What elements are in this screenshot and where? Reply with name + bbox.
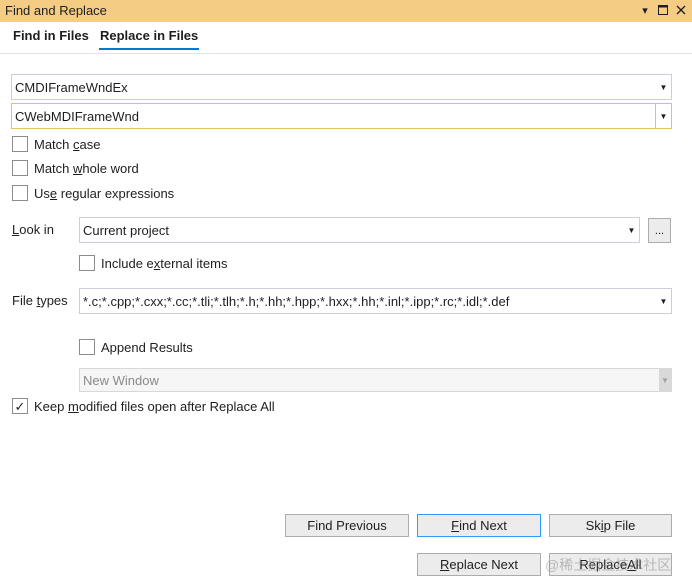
match-case-label[interactable]: Match case [34, 137, 100, 152]
look-in-combo[interactable]: Current project ▼ [79, 217, 640, 243]
watermark: @稀土掘金技术社区 [545, 557, 672, 573]
chevron-down-icon[interactable]: ▼ [655, 104, 671, 128]
chevron-down-icon[interactable]: ▼ [624, 218, 639, 242]
pin-icon[interactable]: ▾ [637, 2, 653, 18]
find-next-button[interactable]: Find Next [417, 514, 541, 537]
use-regex-label[interactable]: Use regular expressions [34, 186, 174, 201]
close-icon[interactable] [673, 2, 689, 18]
look-in-value[interactable]: Current project [83, 223, 169, 238]
tab-replace-in-files[interactable]: Replace in Files [98, 28, 200, 50]
file-types-value[interactable]: *.c;*.cpp;*.cxx;*.cc;*.tli;*.tlh;*.h;*.h… [83, 294, 653, 309]
replace-with-combo[interactable]: CWebMDIFrameWnd ▼ [11, 103, 672, 129]
browse-button[interactable]: ... [648, 218, 671, 243]
result-window-value: New Window [83, 373, 159, 388]
keep-open-checkbox[interactable]: ✓ [12, 398, 28, 414]
tab-divider [0, 53, 692, 54]
match-whole-word-label[interactable]: Match whole word [34, 161, 139, 176]
replace-with-value[interactable]: CWebMDIFrameWnd [15, 109, 139, 124]
tab-find-in-files[interactable]: Find in Files [13, 28, 89, 48]
match-whole-word-checkbox[interactable] [12, 160, 28, 176]
keep-open-label[interactable]: Keep modified files open after Replace A… [34, 399, 275, 414]
find-what-combo[interactable]: CMDIFrameWndEx ▼ [11, 74, 672, 100]
skip-file-button[interactable]: Sk i p File [549, 514, 672, 537]
chevron-down-icon[interactable]: ▼ [656, 75, 671, 99]
append-results-label[interactable]: Append Results [101, 340, 193, 355]
chevron-down-icon[interactable]: ▼ [656, 289, 671, 313]
find-what-value[interactable]: CMDIFrameWndEx [15, 80, 128, 95]
file-types-combo[interactable]: *.c;*.cpp;*.cxx;*.cc;*.tli;*.tlh;*.h;*.h… [79, 288, 672, 314]
include-external-checkbox[interactable] [79, 255, 95, 271]
append-results-checkbox[interactable] [79, 339, 95, 355]
window-title: Find and Replace [5, 3, 107, 18]
maximize-icon[interactable] [655, 2, 671, 18]
checkmark-icon: ✓ [14, 398, 26, 414]
result-window-combo: New Window ▼ [79, 368, 672, 392]
chevron-down-icon: ▼ [659, 369, 671, 391]
use-regex-checkbox[interactable] [12, 185, 28, 201]
find-previous-button[interactable]: Find Previous [285, 514, 409, 537]
look-in-label: Look in [12, 222, 54, 237]
title-bar: Find and Replace ▾ [0, 0, 692, 22]
include-external-label[interactable]: Include external items [101, 256, 227, 271]
match-case-checkbox[interactable] [12, 136, 28, 152]
replace-next-button[interactable]: Replace Next [417, 553, 541, 576]
file-types-label: File types [12, 293, 68, 308]
